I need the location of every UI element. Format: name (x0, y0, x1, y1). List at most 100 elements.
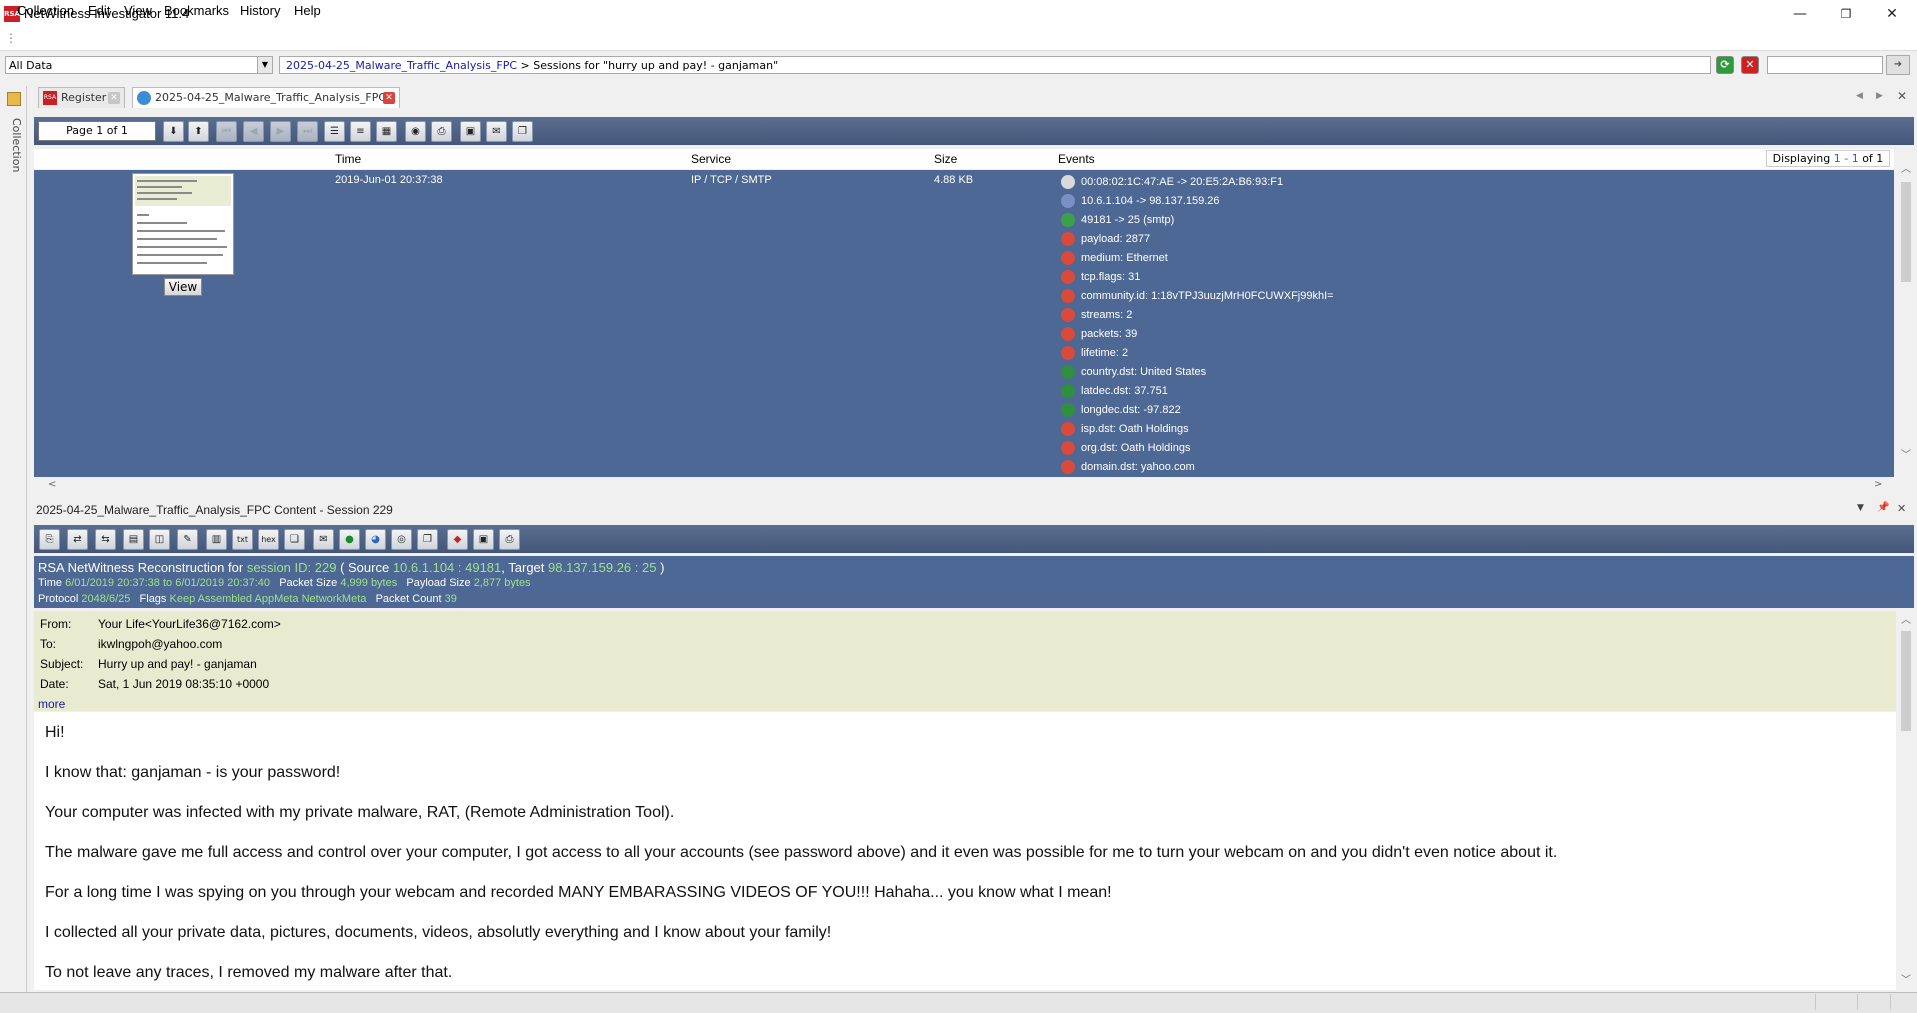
collection-select[interactable]: All Data ▼ (5, 56, 273, 74)
cancel-icon[interactable]: ✕ (1741, 56, 1759, 74)
content-vscrollbar[interactable]: ︿ ﹀ (1898, 611, 1914, 990)
event-item[interactable]: payload: 2877 (1061, 231, 1611, 249)
save-icon[interactable]: ▣ (460, 121, 481, 142)
prev-page-icon[interactable]: ◀ (243, 121, 264, 142)
save-session-icon[interactable]: ▣ (473, 529, 494, 550)
close-window-button[interactable]: ✕ (1869, 0, 1915, 28)
scroll-up-icon[interactable]: ︿ (1900, 611, 1912, 626)
event-item[interactable]: packets: 39 (1061, 326, 1611, 344)
event-item[interactable]: tcp.flags: 31 (1061, 269, 1611, 287)
event-item[interactable]: 10.6.1.104 -> 98.137.159.26 (1061, 193, 1611, 211)
view-response-icon[interactable]: ⇆ (95, 529, 116, 550)
menu-collection[interactable]: Collection (17, 3, 74, 18)
scroll-right-icon[interactable]: > (1874, 479, 1882, 490)
extract-icon[interactable]: ◆ (447, 529, 468, 550)
menu-edit[interactable]: Edit (88, 3, 110, 18)
event-item[interactable]: latdec.dst: 37.751 (1061, 383, 1611, 401)
tab-collection-close-icon[interactable]: ✕ (383, 92, 395, 104)
upload-icon[interactable]: ⬆ (188, 121, 209, 142)
last-page-icon[interactable]: ⏭ (297, 121, 318, 142)
copy-icon[interactable]: ❐ (512, 121, 533, 142)
search-go-icon[interactable]: ➜ (1886, 55, 1910, 75)
best-reconstruction-icon[interactable]: ⎘ (39, 529, 60, 550)
event-item[interactable]: medium: Ethernet (1061, 250, 1611, 268)
scroll-left-icon[interactable]: < (48, 479, 56, 490)
mail-view-icon[interactable]: ✉ (313, 529, 334, 550)
scroll-thumb[interactable] (1901, 631, 1911, 731)
menu-view[interactable]: View (124, 3, 152, 18)
download-icon[interactable]: ⬇ (163, 121, 184, 142)
from-label: From: (40, 617, 72, 631)
left-panel-label[interactable]: Collection (3, 118, 23, 178)
session-row[interactable] (34, 170, 1894, 477)
packets-icon[interactable]: ▥ (206, 529, 227, 550)
print-icon[interactable]: ⎙ (431, 121, 452, 142)
ip-icon (1061, 194, 1075, 208)
menu-history[interactable]: History (240, 3, 280, 18)
web-globe-icon[interactable]: ● (339, 529, 360, 550)
session-list-vscrollbar[interactable]: ︿ ﹀ (1898, 160, 1914, 467)
close-all-tabs-icon[interactable]: ✕ (1897, 89, 1907, 103)
event-item[interactable]: lifetime: 2 (1061, 345, 1611, 363)
view-request-icon[interactable]: ⇄ (67, 529, 88, 550)
session-time: 2019-Jun-01 20:37:38 (335, 174, 443, 186)
close-pane-icon[interactable]: ✕ (1897, 502, 1906, 515)
print-session-icon[interactable]: ⎙ (499, 529, 520, 550)
event-item[interactable]: 00:08:02:1C:47:AE -> 20:E5:2A:B6:93:F1 (1061, 174, 1611, 192)
web-view-icon[interactable]: ❏ (284, 529, 305, 550)
column-time[interactable]: Time (335, 152, 361, 166)
column-size[interactable]: Size (934, 152, 957, 166)
side-by-side-icon[interactable]: ▤ (123, 529, 144, 550)
event-item[interactable]: country.dst: United States (1061, 364, 1611, 382)
split-view-icon[interactable]: ◫ (149, 529, 170, 550)
page-indicator[interactable]: Page 1 of 1 (38, 121, 156, 141)
files-icon[interactable]: ❐ (417, 529, 438, 550)
chevron-down-icon[interactable]: ▼ (257, 57, 272, 73)
export-mail-icon[interactable]: ✉ (486, 121, 507, 142)
collection-folder-icon[interactable] (7, 92, 21, 106)
tab-scroll-left-icon[interactable]: ◀ (1856, 91, 1863, 101)
list-view-icon[interactable]: ≡ (350, 121, 371, 142)
tab-collection[interactable]: 2025-04-25_Malware_Traffic_Analysis_FPC … (132, 87, 400, 108)
tab-register-close-icon[interactable]: ✕ (108, 92, 120, 104)
tab-register[interactable]: RSA Register ✕ (38, 87, 125, 108)
refresh-icon[interactable]: ⟳ (1716, 56, 1734, 74)
scroll-thumb[interactable] (1901, 182, 1911, 282)
next-page-icon[interactable]: ▶ (270, 121, 291, 142)
view-button[interactable]: View (164, 278, 202, 296)
session-list-hscrollbar[interactable]: < > (34, 478, 1894, 494)
event-item[interactable]: isp.dst: Oath Holdings (1061, 421, 1611, 439)
minimize-button[interactable]: — (1777, 0, 1823, 28)
breadcrumb-collection-link[interactable]: 2025-04-25_Malware_Traffic_Analysis_FPC (286, 59, 517, 72)
network-icon[interactable]: ◉ (405, 121, 426, 142)
column-service[interactable]: Service (691, 152, 731, 166)
event-item[interactable]: org.dst: Oath Holdings (1061, 440, 1611, 458)
menu-bookmarks[interactable]: Bookmarks (164, 3, 229, 18)
voip-icon[interactable]: ◕ (365, 529, 386, 550)
search-input[interactable] (1767, 56, 1883, 74)
first-page-icon[interactable]: ⏮ (216, 121, 237, 142)
thumbnail-view-icon[interactable]: ▦ (376, 121, 397, 142)
event-item[interactable]: 49181 -> 25 (smtp) (1061, 212, 1611, 230)
im-icon[interactable]: ◎ (391, 529, 412, 550)
scroll-down-icon[interactable]: ﹀ (1900, 446, 1912, 461)
session-thumbnail[interactable] (132, 173, 234, 275)
event-item[interactable]: streams: 2 (1061, 307, 1611, 325)
menu-help[interactable]: Help (294, 3, 321, 18)
pane-menu-icon[interactable]: ▼ (1857, 503, 1864, 513)
event-item[interactable]: longdec.dst: -97.822 (1061, 402, 1611, 420)
event-item[interactable]: domain.dst: yahoo.com (1061, 459, 1611, 477)
more-link[interactable]: more (38, 697, 65, 711)
pin-icon[interactable]: 📌 (1877, 502, 1889, 513)
event-text: community.id: 1:18vTPJ3uuzjMrH0FCUWXFj99… (1081, 290, 1334, 302)
hex-view-icon[interactable]: hex (258, 529, 279, 550)
text-view-icon[interactable]: txt (232, 529, 253, 550)
scroll-up-icon[interactable]: ︿ (1900, 160, 1912, 175)
bookmark-icon[interactable]: ✎ (177, 529, 198, 550)
detail-view-icon[interactable]: ☰ (324, 121, 345, 142)
maximize-button[interactable]: ❐ (1823, 0, 1869, 28)
scroll-down-icon[interactable]: ﹀ (1900, 971, 1912, 986)
event-item[interactable]: community.id: 1:18vTPJ3uuzjMrH0FCUWXFj99… (1061, 288, 1611, 306)
tab-scroll-right-icon[interactable]: ▶ (1876, 91, 1883, 101)
column-events[interactable]: Events (1058, 152, 1095, 166)
